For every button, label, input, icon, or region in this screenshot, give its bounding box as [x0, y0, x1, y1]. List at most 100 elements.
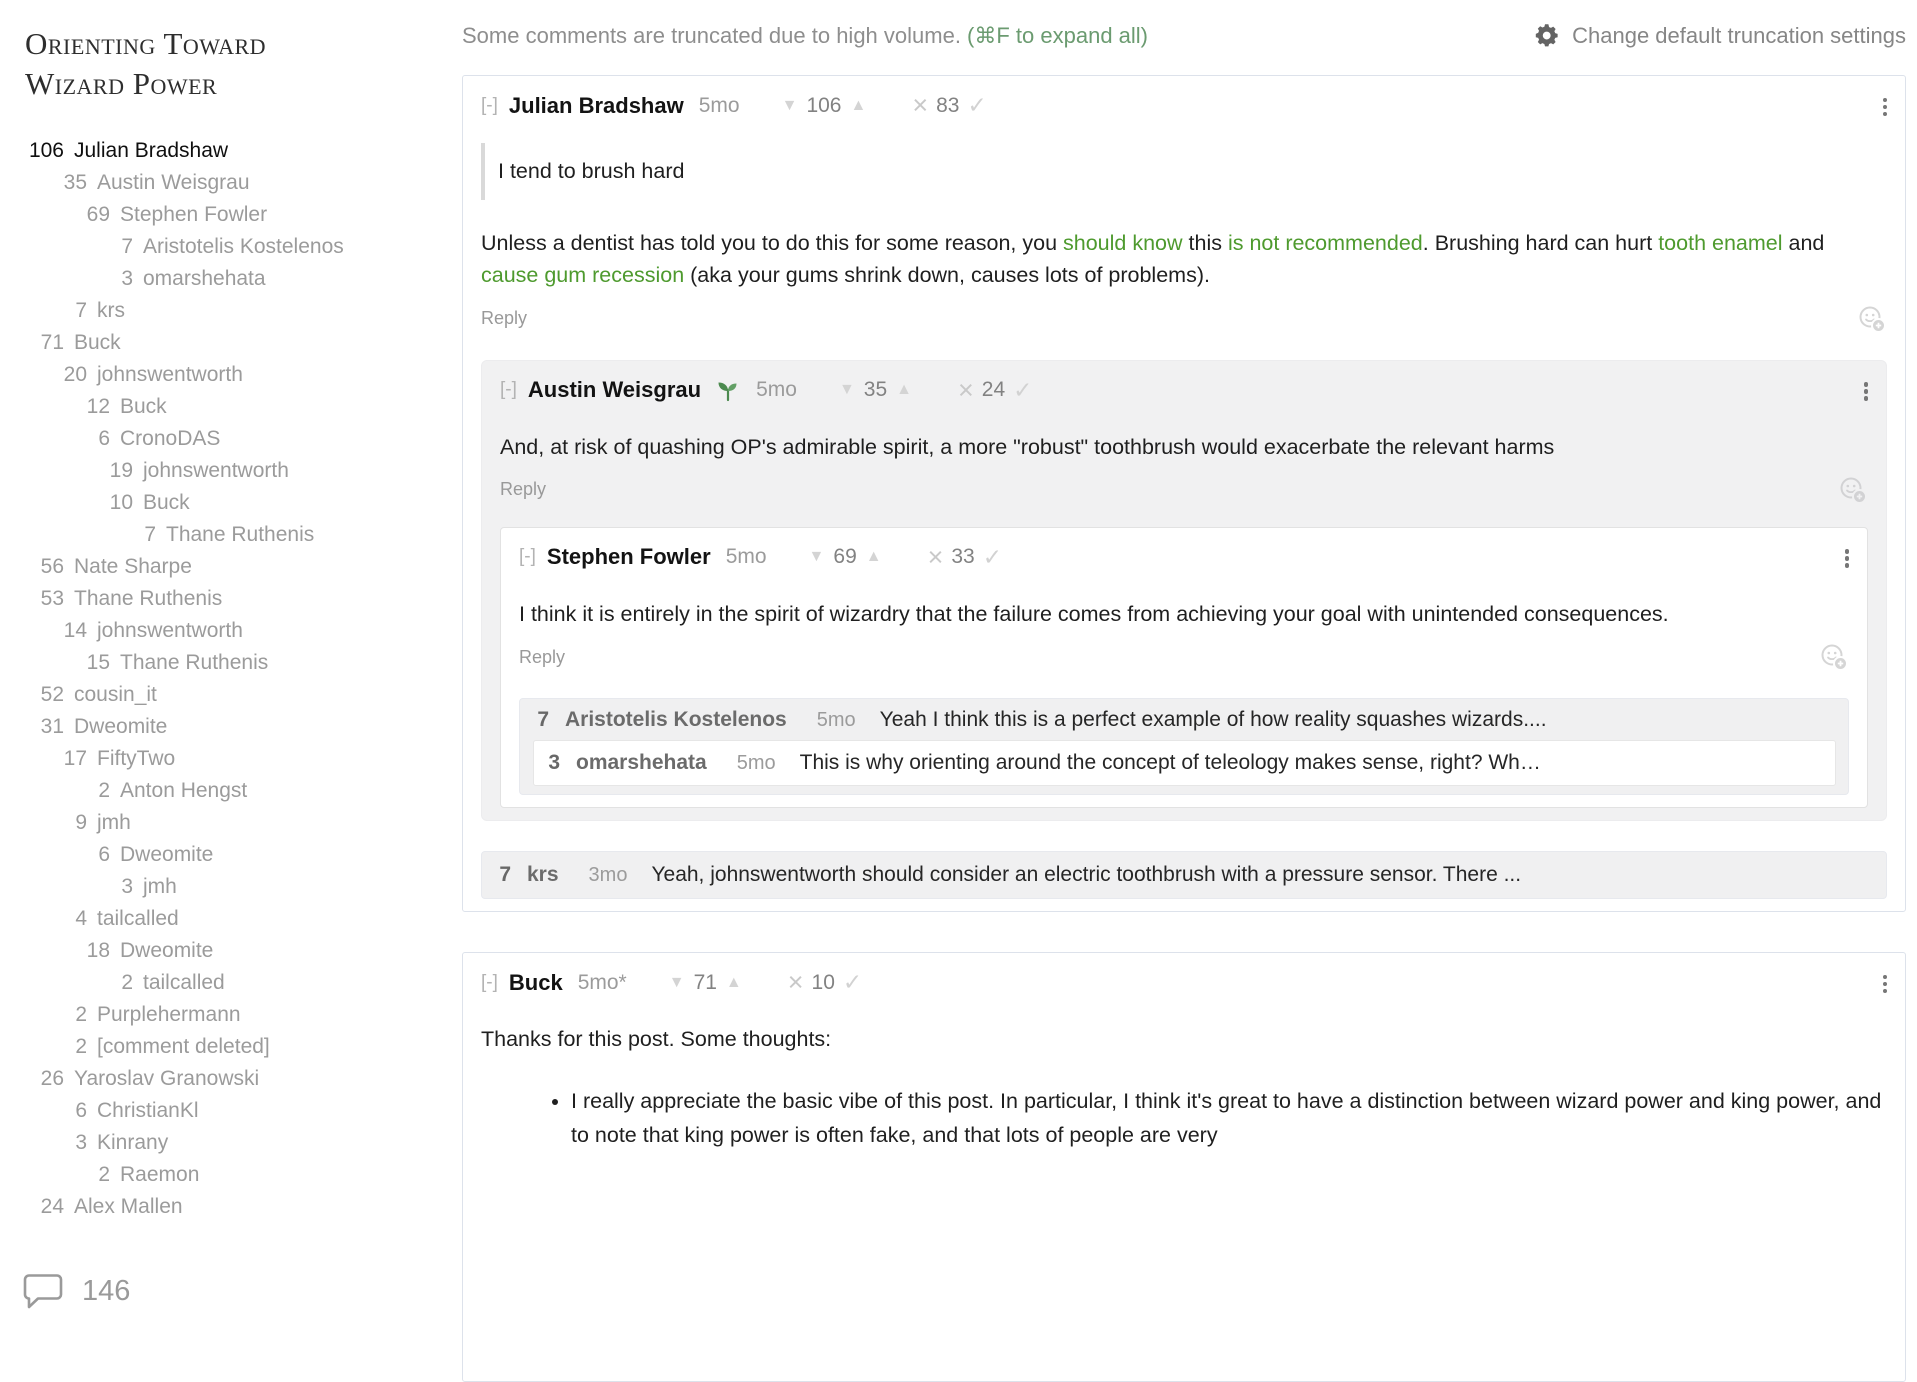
- comment-author[interactable]: Stephen Fowler: [547, 544, 711, 570]
- comment-preview[interactable]: Yeah I think this is a perfect example o…: [880, 708, 1836, 732]
- comment-link[interactable]: should know: [1063, 231, 1183, 255]
- collapse-button[interactable]: [-]: [500, 379, 517, 401]
- tree-item-stephen-fowler[interactable]: 69Stephen Fowler: [25, 199, 430, 231]
- tree-item--comment-deleted-[interactable]: 2[comment deleted]: [25, 1031, 430, 1063]
- comment-link[interactable]: cause gum recession: [481, 263, 684, 287]
- collapsed-comment-line[interactable]: 3 omarshehata 5mo This is why orienting …: [544, 751, 1825, 775]
- collapsed-comment-line[interactable]: 7 krs 3mo Yeah, johnswentworth should co…: [495, 863, 1874, 887]
- tree-item-score: 31: [25, 711, 64, 743]
- comment-count-badge: 146: [22, 1272, 130, 1310]
- downvote-icon[interactable]: ▼: [839, 381, 855, 399]
- tree-item-tailcalled[interactable]: 4tailcalled: [25, 903, 430, 935]
- disagree-icon[interactable]: ×: [788, 969, 804, 996]
- tree-item-dweomite[interactable]: 31Dweomite: [25, 711, 430, 743]
- kebab-menu-icon[interactable]: [1843, 545, 1852, 573]
- kebab-menu-icon[interactable]: [1881, 93, 1890, 121]
- agree-icon[interactable]: ✓: [967, 92, 986, 119]
- tree-item-kinrany[interactable]: 3Kinrany: [25, 1127, 430, 1159]
- tree-item-cousin-it[interactable]: 52cousin_it: [25, 679, 430, 711]
- tree-item-dweomite[interactable]: 18Dweomite: [25, 935, 430, 967]
- tree-item-cronodas[interactable]: 16CronoDAS: [25, 1223, 430, 1229]
- tree-item-jmh[interactable]: 3jmh: [25, 871, 430, 903]
- comment-author[interactable]: Aristotelis Kostelenos: [565, 708, 787, 732]
- comment-author[interactable]: omarshehata: [576, 751, 707, 775]
- tree-item-julian-bradshaw[interactable]: 106Julian Bradshaw: [25, 135, 430, 167]
- tree-item-name: Alex Mallen: [74, 1195, 183, 1218]
- tree-item-name: johnswentworth: [97, 363, 243, 386]
- reply-button[interactable]: Reply: [500, 479, 546, 500]
- add-reaction-icon[interactable]: [1819, 642, 1849, 672]
- tree-item-raemon[interactable]: 2Raemon: [25, 1159, 430, 1191]
- comment-author[interactable]: krs: [527, 863, 559, 887]
- tree-item-johnswentworth[interactable]: 14johnswentworth: [25, 615, 430, 647]
- comment-preview[interactable]: Yeah, johnswentworth should consider an …: [651, 863, 1874, 887]
- tree-item-tailcalled[interactable]: 2tailcalled: [25, 967, 430, 999]
- tree-item-buck[interactable]: 71Buck: [25, 327, 430, 359]
- tree-item-score: 15: [25, 647, 110, 679]
- tree-item-thane-ruthenis[interactable]: 53Thane Ruthenis: [25, 583, 430, 615]
- comment-preview[interactable]: This is why orienting around the concept…: [800, 751, 1825, 775]
- add-reaction-icon[interactable]: [1838, 475, 1868, 505]
- tree-item-dweomite[interactable]: 6Dweomite: [25, 839, 430, 871]
- kebab-menu-icon[interactable]: [1881, 970, 1890, 998]
- tree-item-omarshehata[interactable]: 3omarshehata: [25, 263, 430, 295]
- karma-score: 69: [833, 545, 856, 569]
- tree-item-christiankl[interactable]: 6ChristianKl: [25, 1095, 430, 1127]
- tree-item-buck[interactable]: 12Buck: [25, 391, 430, 423]
- truncation-settings-label[interactable]: Change default truncation settings: [1572, 23, 1906, 49]
- tree-item-nate-sharpe[interactable]: 56Nate Sharpe: [25, 551, 430, 583]
- tree-item-austin-weisgrau[interactable]: 35Austin Weisgrau: [25, 167, 430, 199]
- tree-item-thane-ruthenis[interactable]: 7Thane Ruthenis: [25, 519, 430, 551]
- comment-age[interactable]: 5mo*: [578, 971, 627, 995]
- tree-item-name: tailcalled: [143, 971, 225, 994]
- tree-item-alex-mallen[interactable]: 24Alex Mallen: [25, 1191, 430, 1223]
- tree-item-fiftytwo[interactable]: 17FiftyTwo: [25, 743, 430, 775]
- comment-author[interactable]: Julian Bradshaw: [509, 93, 684, 119]
- disagree-icon[interactable]: ×: [928, 544, 944, 571]
- comment-link[interactable]: is not recommended: [1228, 231, 1423, 255]
- collapsed-comment-line[interactable]: 7 Aristotelis Kostelenos 5mo Yeah I thin…: [533, 708, 1836, 732]
- downvote-icon[interactable]: ▼: [809, 548, 825, 566]
- truncation-settings[interactable]: Change default truncation settings: [1534, 22, 1906, 49]
- add-reaction-icon[interactable]: [1857, 304, 1887, 334]
- karma-widget: ▼ 106 ▲: [782, 94, 867, 118]
- upvote-icon[interactable]: ▲: [896, 381, 912, 399]
- tree-item-score: 3: [25, 263, 133, 295]
- tree-item-purplehermann[interactable]: 2Purplehermann: [25, 999, 430, 1031]
- disagree-icon[interactable]: ×: [912, 92, 928, 119]
- tree-item-anton-hengst[interactable]: 2Anton Hengst: [25, 775, 430, 807]
- tree-item-score: 6: [25, 423, 110, 455]
- tree-item-buck[interactable]: 10Buck: [25, 487, 430, 519]
- comment-age[interactable]: 5mo: [756, 378, 797, 402]
- collapse-button[interactable]: [-]: [481, 972, 498, 994]
- upvote-icon[interactable]: ▲: [850, 97, 866, 115]
- comment-author[interactable]: Buck: [509, 970, 563, 996]
- comment-age[interactable]: 5mo: [699, 94, 740, 118]
- gear-icon[interactable]: [1534, 22, 1561, 49]
- collapse-button[interactable]: [-]: [519, 546, 536, 568]
- agree-icon[interactable]: ✓: [1013, 377, 1032, 404]
- downvote-icon[interactable]: ▼: [782, 97, 798, 115]
- tree-item-yaroslav-granowski[interactable]: 26Yaroslav Granowski: [25, 1063, 430, 1095]
- collapse-button[interactable]: [-]: [481, 95, 498, 117]
- tree-item-thane-ruthenis[interactable]: 15Thane Ruthenis: [25, 647, 430, 679]
- upvote-icon[interactable]: ▲: [726, 974, 742, 992]
- tree-item-krs[interactable]: 7krs: [25, 295, 430, 327]
- upvote-icon[interactable]: ▲: [866, 548, 882, 566]
- agree-icon[interactable]: ✓: [983, 544, 1002, 571]
- reply-button[interactable]: Reply: [481, 308, 527, 329]
- tree-item-jmh[interactable]: 9jmh: [25, 807, 430, 839]
- tree-item-aristotelis-kostelenos[interactable]: 7Aristotelis Kostelenos: [25, 231, 430, 263]
- expand-all-hint[interactable]: (⌘F to expand all): [961, 23, 1148, 48]
- tree-item-cronodas[interactable]: 6CronoDAS: [25, 423, 430, 455]
- agree-icon[interactable]: ✓: [843, 969, 862, 996]
- comment-author[interactable]: Austin Weisgrau: [528, 377, 701, 403]
- tree-item-johnswentworth[interactable]: 19johnswentworth: [25, 455, 430, 487]
- comment-age[interactable]: 5mo: [726, 545, 767, 569]
- downvote-icon[interactable]: ▼: [669, 974, 685, 992]
- kebab-menu-icon[interactable]: [1862, 378, 1871, 406]
- tree-item-johnswentworth[interactable]: 20johnswentworth: [25, 359, 430, 391]
- disagree-icon[interactable]: ×: [958, 377, 974, 404]
- reply-button[interactable]: Reply: [519, 647, 565, 668]
- comment-link[interactable]: tooth enamel: [1658, 231, 1782, 255]
